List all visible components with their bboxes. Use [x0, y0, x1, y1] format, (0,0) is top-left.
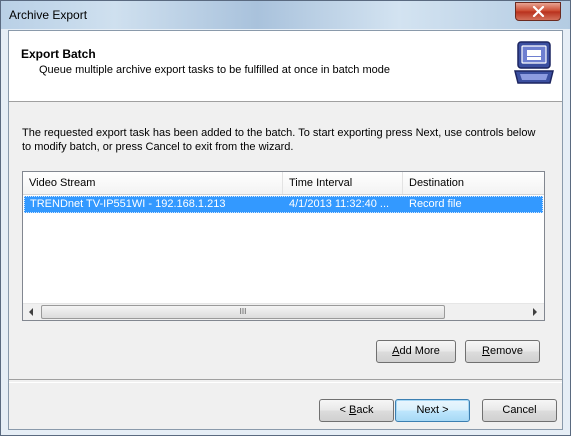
cell-time-interval: 4/1/2013 11:32:40 ... — [289, 198, 390, 210]
footer-divider — [9, 379, 562, 383]
wizard-body: Export Batch Queue multiple archive expo… — [8, 30, 563, 430]
archive-export-window: Archive Export Export Batch Queue multip… — [0, 0, 571, 436]
back-button[interactable]: < Back — [319, 399, 394, 422]
wizard-header: Export Batch Queue multiple archive expo… — [9, 31, 562, 102]
laptop-icon — [514, 41, 554, 84]
batch-list[interactable]: Video Stream Time Interval Destination T… — [22, 171, 545, 321]
scroll-left-icon[interactable] — [28, 308, 34, 316]
close-icon — [532, 6, 545, 17]
title-bar[interactable]: Archive Export — [1, 1, 570, 29]
table-row[interactable]: TRENDnet TV-IP551WI - 192.168.1.213 4/1/… — [24, 196, 543, 213]
back-label: ack — [356, 404, 374, 416]
close-button[interactable] — [515, 2, 561, 21]
remove-label: emove — [489, 345, 523, 357]
list-header: Video Stream Time Interval Destination — [23, 172, 544, 195]
remove-accelerator: R — [482, 345, 490, 357]
instructions-text: The requested export task has been added… — [22, 127, 536, 153]
window-title: Archive Export — [9, 8, 88, 22]
add-more-label: dd More — [399, 345, 440, 357]
column-video-stream[interactable]: Video Stream — [23, 172, 283, 194]
next-button[interactable]: Next > — [395, 399, 470, 422]
page-title: Export Batch — [21, 47, 96, 61]
column-time-interval[interactable]: Time Interval — [283, 172, 403, 194]
add-more-button[interactable]: Add More — [376, 340, 456, 363]
cell-video-stream: TRENDnet TV-IP551WI - 192.168.1.213 — [30, 198, 226, 210]
scrollbar-thumb[interactable]: III — [41, 305, 445, 319]
cancel-button[interactable]: Cancel — [482, 399, 557, 422]
cell-destination: Record file — [409, 198, 462, 210]
remove-button[interactable]: Remove — [465, 340, 540, 363]
horizontal-scrollbar[interactable]: III — [23, 303, 544, 320]
page-subtitle: Queue multiple archive export tasks to b… — [39, 64, 390, 76]
column-destination[interactable]: Destination — [403, 172, 544, 194]
back-prefix: < — [339, 404, 349, 416]
scroll-right-icon[interactable] — [532, 308, 538, 316]
